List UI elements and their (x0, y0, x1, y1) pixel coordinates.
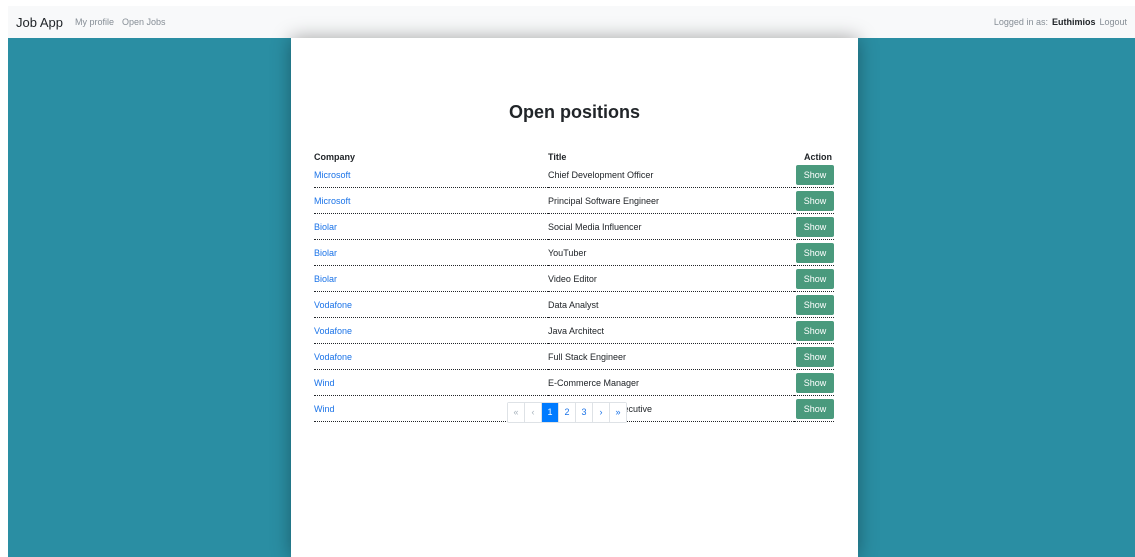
page-2-button[interactable]: 2 (559, 403, 576, 422)
pagination: « ‹ 1 2 3 › » (507, 402, 627, 423)
column-header-title: Title (548, 152, 567, 162)
table-row: Vodafone Java Architect Show (314, 317, 834, 344)
job-title-cell: Full Stack Engineer (548, 343, 794, 370)
company-cell: Vodafone (314, 317, 548, 344)
show-button[interactable]: Show (796, 242, 834, 263)
company-cell: Microsoft (314, 187, 548, 214)
show-button[interactable]: Show (796, 216, 834, 237)
action-cell: Show (794, 343, 834, 370)
show-button[interactable]: Show (796, 320, 834, 341)
company-link[interactable]: Vodafone (314, 326, 352, 336)
company-link[interactable]: Vodafone (314, 300, 352, 310)
action-cell: Show (794, 317, 834, 344)
job-title-cell: YouTuber (548, 239, 794, 266)
content-card: Open positions Company Title Action Micr… (291, 38, 858, 557)
jobs-table: Company Title Action Microsoft Chief Deve… (314, 147, 834, 422)
job-title-cell: E-Commerce Manager (548, 369, 794, 396)
company-cell: Vodafone (314, 291, 548, 318)
page-prev-button[interactable]: ‹ (525, 403, 542, 422)
company-cell: Biolar (314, 265, 548, 292)
nav-open-jobs[interactable]: Open Jobs (122, 17, 166, 27)
company-cell: Microsoft (314, 162, 548, 188)
show-button[interactable]: Show (796, 398, 834, 419)
table-row: Vodafone Data Analyst Show (314, 291, 834, 318)
job-title-cell: Video Editor (548, 265, 794, 292)
job-title-cell: Chief Development Officer (548, 162, 794, 188)
user-status: Logged in as: Euthimios Logout (994, 17, 1127, 27)
nav-my-profile[interactable]: My profile (75, 17, 114, 27)
company-link[interactable]: Vodafone (314, 352, 352, 362)
action-cell: Show (794, 395, 834, 422)
action-cell: Show (794, 162, 834, 188)
page-first-button[interactable]: « (508, 403, 525, 422)
show-button[interactable]: Show (796, 268, 834, 289)
company-link[interactable]: Microsoft (314, 170, 351, 180)
job-title-cell: Data Analyst (548, 291, 794, 318)
action-cell: Show (794, 369, 834, 396)
company-cell: Biolar (314, 239, 548, 266)
logged-in-label: Logged in as: (993, 17, 1048, 27)
company-link[interactable]: Biolar (314, 248, 337, 258)
table-row: Vodafone Full Stack Engineer Show (314, 343, 834, 370)
table-header-row: Company Title Action (314, 147, 834, 162)
job-title-cell: Social Media Influencer (548, 213, 794, 240)
logout-link[interactable]: Logout (1099, 17, 1127, 27)
company-cell: Biolar (314, 213, 548, 240)
table-row: Biolar Video Editor Show (314, 265, 834, 292)
table-row: Microsoft Chief Development Officer Show (314, 162, 834, 188)
top-navbar: Job App My profile Open Jobs Logged in a… (8, 6, 1135, 38)
column-header-company: Company (314, 152, 356, 162)
action-cell: Show (794, 239, 834, 266)
show-button[interactable]: Show (796, 346, 834, 367)
show-button[interactable]: Show (796, 372, 834, 393)
table-row: Biolar YouTuber Show (314, 239, 834, 266)
show-button[interactable]: Show (796, 164, 834, 185)
username: Euthimios (1051, 17, 1096, 27)
page-next-button[interactable]: › (593, 403, 610, 422)
action-cell: Show (794, 187, 834, 214)
show-button[interactable]: Show (796, 294, 834, 315)
job-title-cell: Java Architect (548, 317, 794, 344)
action-cell: Show (794, 291, 834, 318)
brand-link[interactable]: Job App (16, 15, 63, 30)
page-3-button[interactable]: 3 (576, 403, 593, 422)
jobs-table-body: Microsoft Chief Development Officer Show Mi… (314, 162, 834, 422)
column-header-action: Action (804, 152, 832, 162)
show-button[interactable]: Show (796, 190, 834, 211)
company-cell: Vodafone (314, 343, 548, 370)
company-link[interactable]: Biolar (314, 274, 337, 284)
company-link[interactable]: Biolar (314, 222, 337, 232)
page-root: Job App My profile Open Jobs Logged in a… (0, 0, 1135, 557)
page-1-button[interactable]: 1 (542, 403, 559, 422)
company-link[interactable]: Wind (314, 404, 335, 414)
action-cell: Show (794, 265, 834, 292)
company-link[interactable]: Wind (314, 378, 335, 388)
table-row: Wind E-Commerce Manager Show (314, 369, 834, 396)
company-cell: Wind (314, 369, 548, 396)
action-cell: Show (794, 213, 834, 240)
table-row: Microsoft Principal Software Engineer Show (314, 187, 834, 214)
job-title-cell: Principal Software Engineer (548, 187, 794, 214)
company-link[interactable]: Microsoft (314, 196, 351, 206)
table-row: Biolar Social Media Influencer Show (314, 213, 834, 240)
page-title: Open positions (508, 102, 640, 122)
page-last-button[interactable]: » (610, 403, 626, 422)
